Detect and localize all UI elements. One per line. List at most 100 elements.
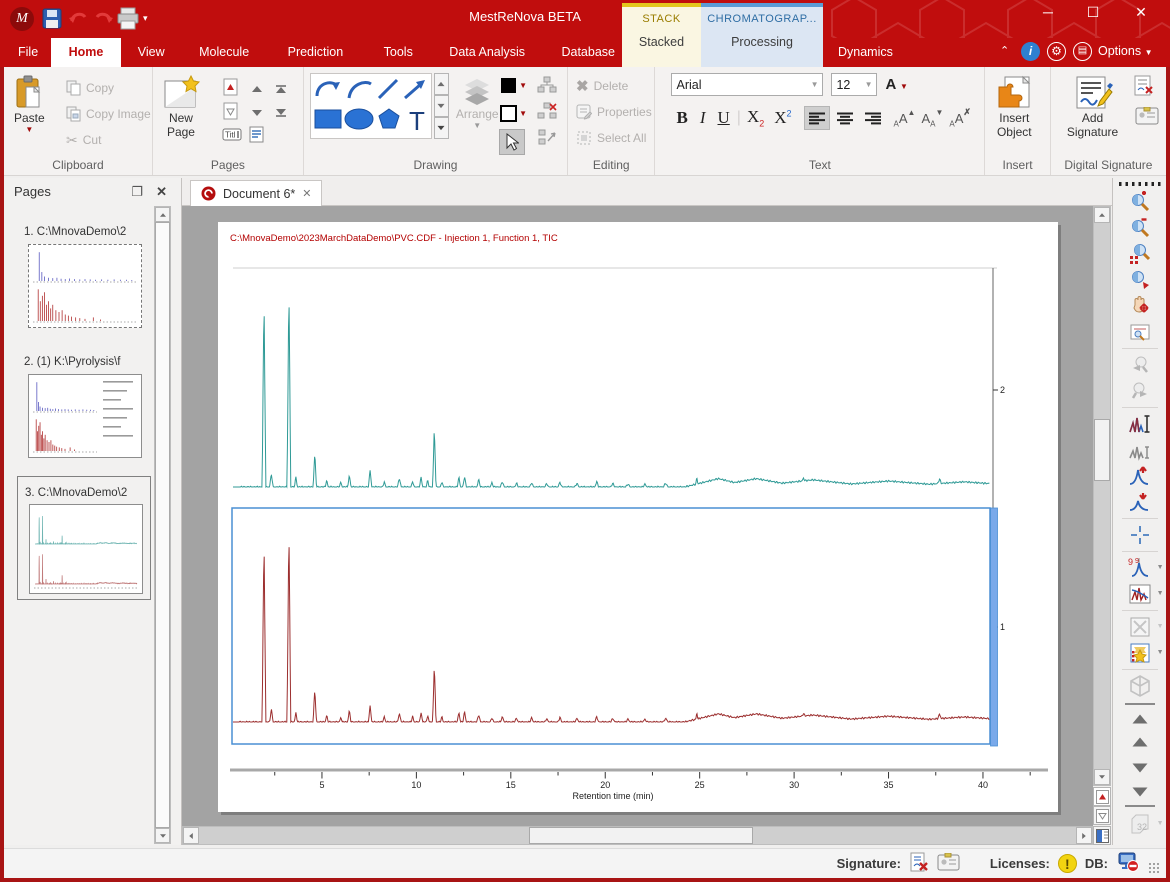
move-to-top-button[interactable] [1125,703,1155,729]
menu-home[interactable]: Home [51,38,122,67]
signature-invalid-button[interactable] [909,852,929,875]
bit-depth-button[interactable]: 32▼ [1125,811,1155,837]
peak-picking-button[interactable]: 99▼ [1125,555,1155,581]
document-tab-close[interactable]: ✕ [302,187,311,200]
zoom-region-button[interactable] [1125,241,1155,267]
fit-to-height-button[interactable] [1125,411,1155,437]
copy-button[interactable]: Copy [66,75,151,101]
menu-dynamics[interactable]: Dynamics [830,38,901,67]
properties-button[interactable]: Properties [576,99,654,125]
move-to-bottom-button[interactable] [1125,781,1155,807]
pages-scrollbar[interactable] [154,206,171,844]
pages-scroll-up[interactable] [155,207,170,222]
arrange-button[interactable]: Arrange ▼ [456,77,499,130]
shrink-font-button[interactable]: AA▼ [921,108,943,129]
fill-color-button[interactable]: ▼ [500,77,527,99]
close-button[interactable]: ✕ [1128,4,1154,22]
document-page[interactable]: C:\MnovaDemo\2023MarchDataDemo\PVC.CDF -… [218,222,1058,812]
last-page-button[interactable] [276,109,286,117]
align-right-button[interactable] [860,106,886,130]
db-status-button[interactable] [1116,851,1140,876]
options-button[interactable]: Options ▼ [1098,44,1153,58]
page-item-3-selected-box[interactable]: 3. C:\MnovaDemo\2 [17,476,151,600]
underline-button[interactable]: U [713,108,735,128]
canvas-scroll-down[interactable] [1094,769,1110,785]
gallery-more-button[interactable] [434,117,449,139]
font-size-select[interactable]: 12▼ [831,73,877,96]
paste-button[interactable]: Paste ▼ [14,75,45,134]
page-item-3-label[interactable]: 3. C:\MnovaDemo\2 [25,487,153,499]
clipboard-history-button[interactable]: ▤ [1073,42,1092,61]
full-zoom-out-button[interactable] [1125,267,1155,293]
move-up-button[interactable] [1125,729,1155,755]
gallery-scroll-up[interactable] [434,73,449,95]
info-button[interactable]: i [1021,42,1040,61]
gallery-scroll-down[interactable] [434,95,449,117]
font-color-button[interactable]: A ▼ [885,76,907,93]
move-down-button[interactable] [1125,755,1155,781]
page-layout-button[interactable] [1093,826,1111,845]
insert-object-button[interactable]: InsertObject [995,75,1033,139]
page-item-2-label[interactable]: 2. (1) K:\Pyrolysis\f [24,356,152,368]
view-3d-button[interactable] [1125,673,1155,699]
selection-tool-button[interactable] [499,129,525,155]
licenses-warning-button[interactable]: ! [1058,854,1077,873]
group-button[interactable] [536,75,558,100]
page-item-1-label[interactable]: 1. C:\MnovaDemo\2 [24,226,152,238]
zoom-in-button[interactable] [1125,189,1155,215]
clear-format-button[interactable]: AA✗ [949,107,971,129]
canvas-scroll-up[interactable] [1094,207,1110,223]
delete-button[interactable]: ✖Delete [576,73,654,99]
add-signature-button[interactable]: AddSignature [1067,75,1118,139]
next-page-button[interactable] [223,102,240,125]
zoom-out-button[interactable] [1125,215,1155,241]
float-panel-button[interactable]: ❐ [131,178,143,205]
canvas-hscrollbar[interactable] [182,826,1093,845]
selection-stack-bar[interactable] [991,508,998,746]
italic-button[interactable]: I [695,108,711,128]
context-tab-stack[interactable]: STACK Stacked [622,3,701,67]
chromatogram-plot[interactable]: 2 1 510152025303540 Retention time (min) [218,222,1058,812]
shape-gallery[interactable]: T [310,73,432,139]
page-properties-button[interactable] [249,126,264,148]
integration-button[interactable]: ▼ [1125,581,1155,607]
resize-grip[interactable] [1148,862,1160,874]
page-item-2-thumbnail[interactable] [28,374,142,458]
blind-regions-button[interactable]: ▼ [1125,614,1155,640]
page-item-1-thumbnail[interactable] [28,244,142,328]
pages-scroll-down[interactable] [155,828,170,843]
close-panel-button[interactable]: ✕ [156,178,167,205]
document-canvas[interactable]: C:\MnovaDemo\2023MarchDataDemo\PVC.CDF -… [182,206,1093,826]
document-tab[interactable]: Document 6* ✕ [190,180,322,206]
qat-dropdown[interactable]: ▾ [143,13,148,24]
page-title-button[interactable]: Titl [222,128,242,146]
increase-intensity-button[interactable] [1125,463,1155,489]
superscript-button[interactable]: X2 [770,108,795,128]
crosshair-button[interactable] [1125,522,1155,548]
menu-database[interactable]: Database [553,38,623,67]
previous-zoom-button[interactable] [1125,352,1155,378]
signature-id-button[interactable] [1135,107,1159,130]
minimize-button[interactable]: ─ [1035,4,1061,22]
canvas-vscrollbar-thumb[interactable] [1094,419,1110,481]
prev-page-button[interactable] [223,78,240,101]
goto-next-page-button[interactable] [1093,806,1111,825]
selected-trace-box[interactable] [232,508,990,744]
ribbon-collapse-button[interactable]: ⌃ [1000,44,1009,57]
cut-button[interactable]: ✂ Cut [66,127,151,153]
auto-processing-button[interactable]: ▼ [1125,640,1155,666]
decrease-intensity-button[interactable] [1125,489,1155,515]
next-zoom-button[interactable] [1125,378,1155,404]
maximize-button[interactable]: ☐ [1080,4,1106,22]
chromatogram-trace-1[interactable] [233,547,989,722]
menu-processing[interactable]: Processing [701,35,823,49]
grow-font-button[interactable]: AA▲ [894,108,916,129]
move-page-up-button[interactable] [252,86,262,92]
chromatogram-trace-2[interactable] [233,307,989,487]
first-page-button[interactable] [276,85,286,93]
menu-tools[interactable]: Tools [376,38,421,67]
settings-button[interactable]: ⚙ [1047,42,1066,61]
toolbar-drag-handle[interactable] [1119,182,1161,186]
bold-button[interactable]: B [671,108,692,128]
page-item-3-thumbnail[interactable] [29,504,143,594]
